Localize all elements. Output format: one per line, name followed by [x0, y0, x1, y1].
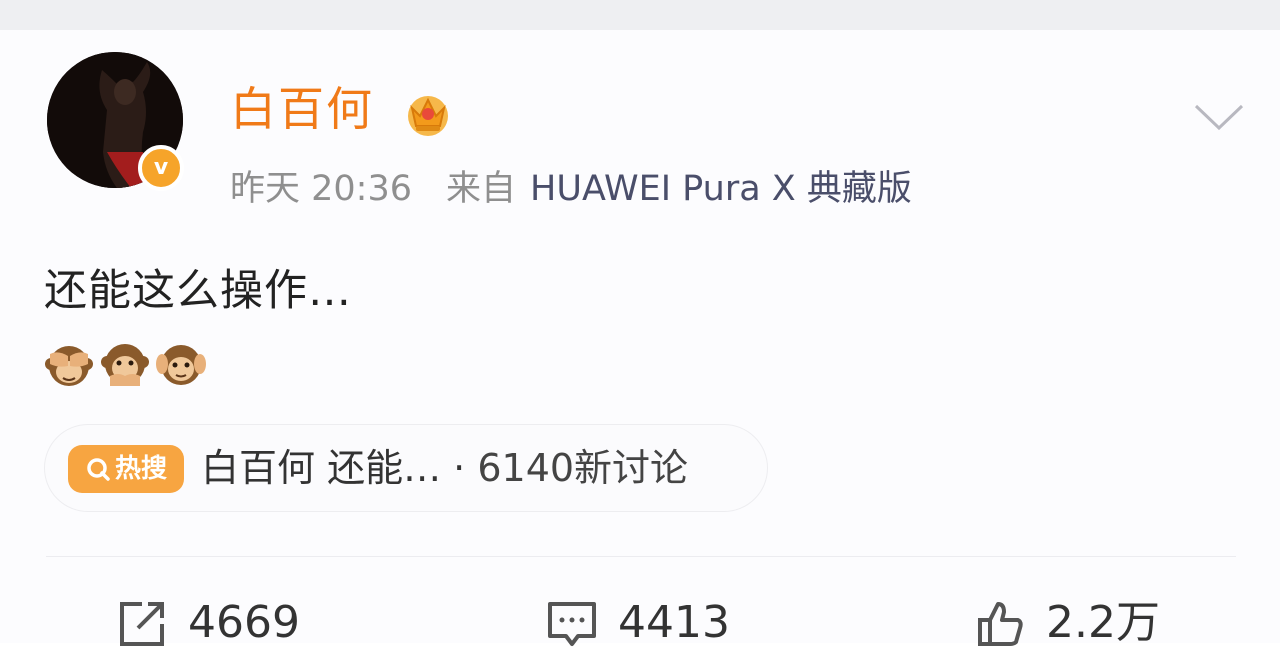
source-prefix: 来自	[446, 169, 517, 209]
weibo-post-card	[0, 30, 1280, 643]
hear-no-evil-monkey-icon	[156, 345, 206, 385]
speak-no-evil-monkey-icon	[101, 344, 149, 386]
hot-search-link[interactable]: 热搜 白百何 还能… · 6140新讨论	[44, 424, 768, 512]
share-count: 4669	[188, 597, 300, 648]
like-button[interactable]: 2.2万	[974, 598, 1160, 648]
like-count: 2.2万	[1046, 597, 1160, 648]
post-meta: 昨天 20:36 来自 HUAWEI Pura X 典藏版	[230, 172, 912, 207]
crown-badge-icon	[408, 96, 448, 136]
hot-search-tag: 热搜	[68, 445, 184, 493]
hot-search-tag-label: 热搜	[114, 454, 167, 484]
user-name[interactable]: 白百何	[230, 86, 374, 132]
hot-search-count: 6140新讨论	[477, 446, 689, 490]
see-no-evil-monkey-icon	[45, 346, 93, 386]
post-device[interactable]: HUAWEI Pura X 典藏版	[530, 169, 912, 209]
divider	[46, 556, 1236, 557]
post-text: 还能这么操作…	[44, 266, 352, 316]
top-band	[0, 0, 1280, 30]
search-icon	[87, 458, 110, 481]
share-button[interactable]: 4669	[116, 598, 300, 648]
chevron-down-icon[interactable]	[1193, 102, 1245, 132]
comment-icon	[548, 602, 596, 646]
emoji-row	[44, 340, 206, 390]
comment-button[interactable]: 4413	[546, 598, 730, 648]
share-icon	[120, 602, 164, 646]
thumbs-up-icon	[978, 602, 1023, 646]
verified-badge-icon: v	[138, 145, 184, 191]
hot-search-title: 白百何 还能… ·	[201, 446, 466, 490]
hot-search-text: 白百何 还能… · 6140新讨论	[201, 449, 688, 487]
post-time: 昨天 20:36	[230, 169, 412, 209]
comment-count: 4413	[618, 597, 730, 648]
